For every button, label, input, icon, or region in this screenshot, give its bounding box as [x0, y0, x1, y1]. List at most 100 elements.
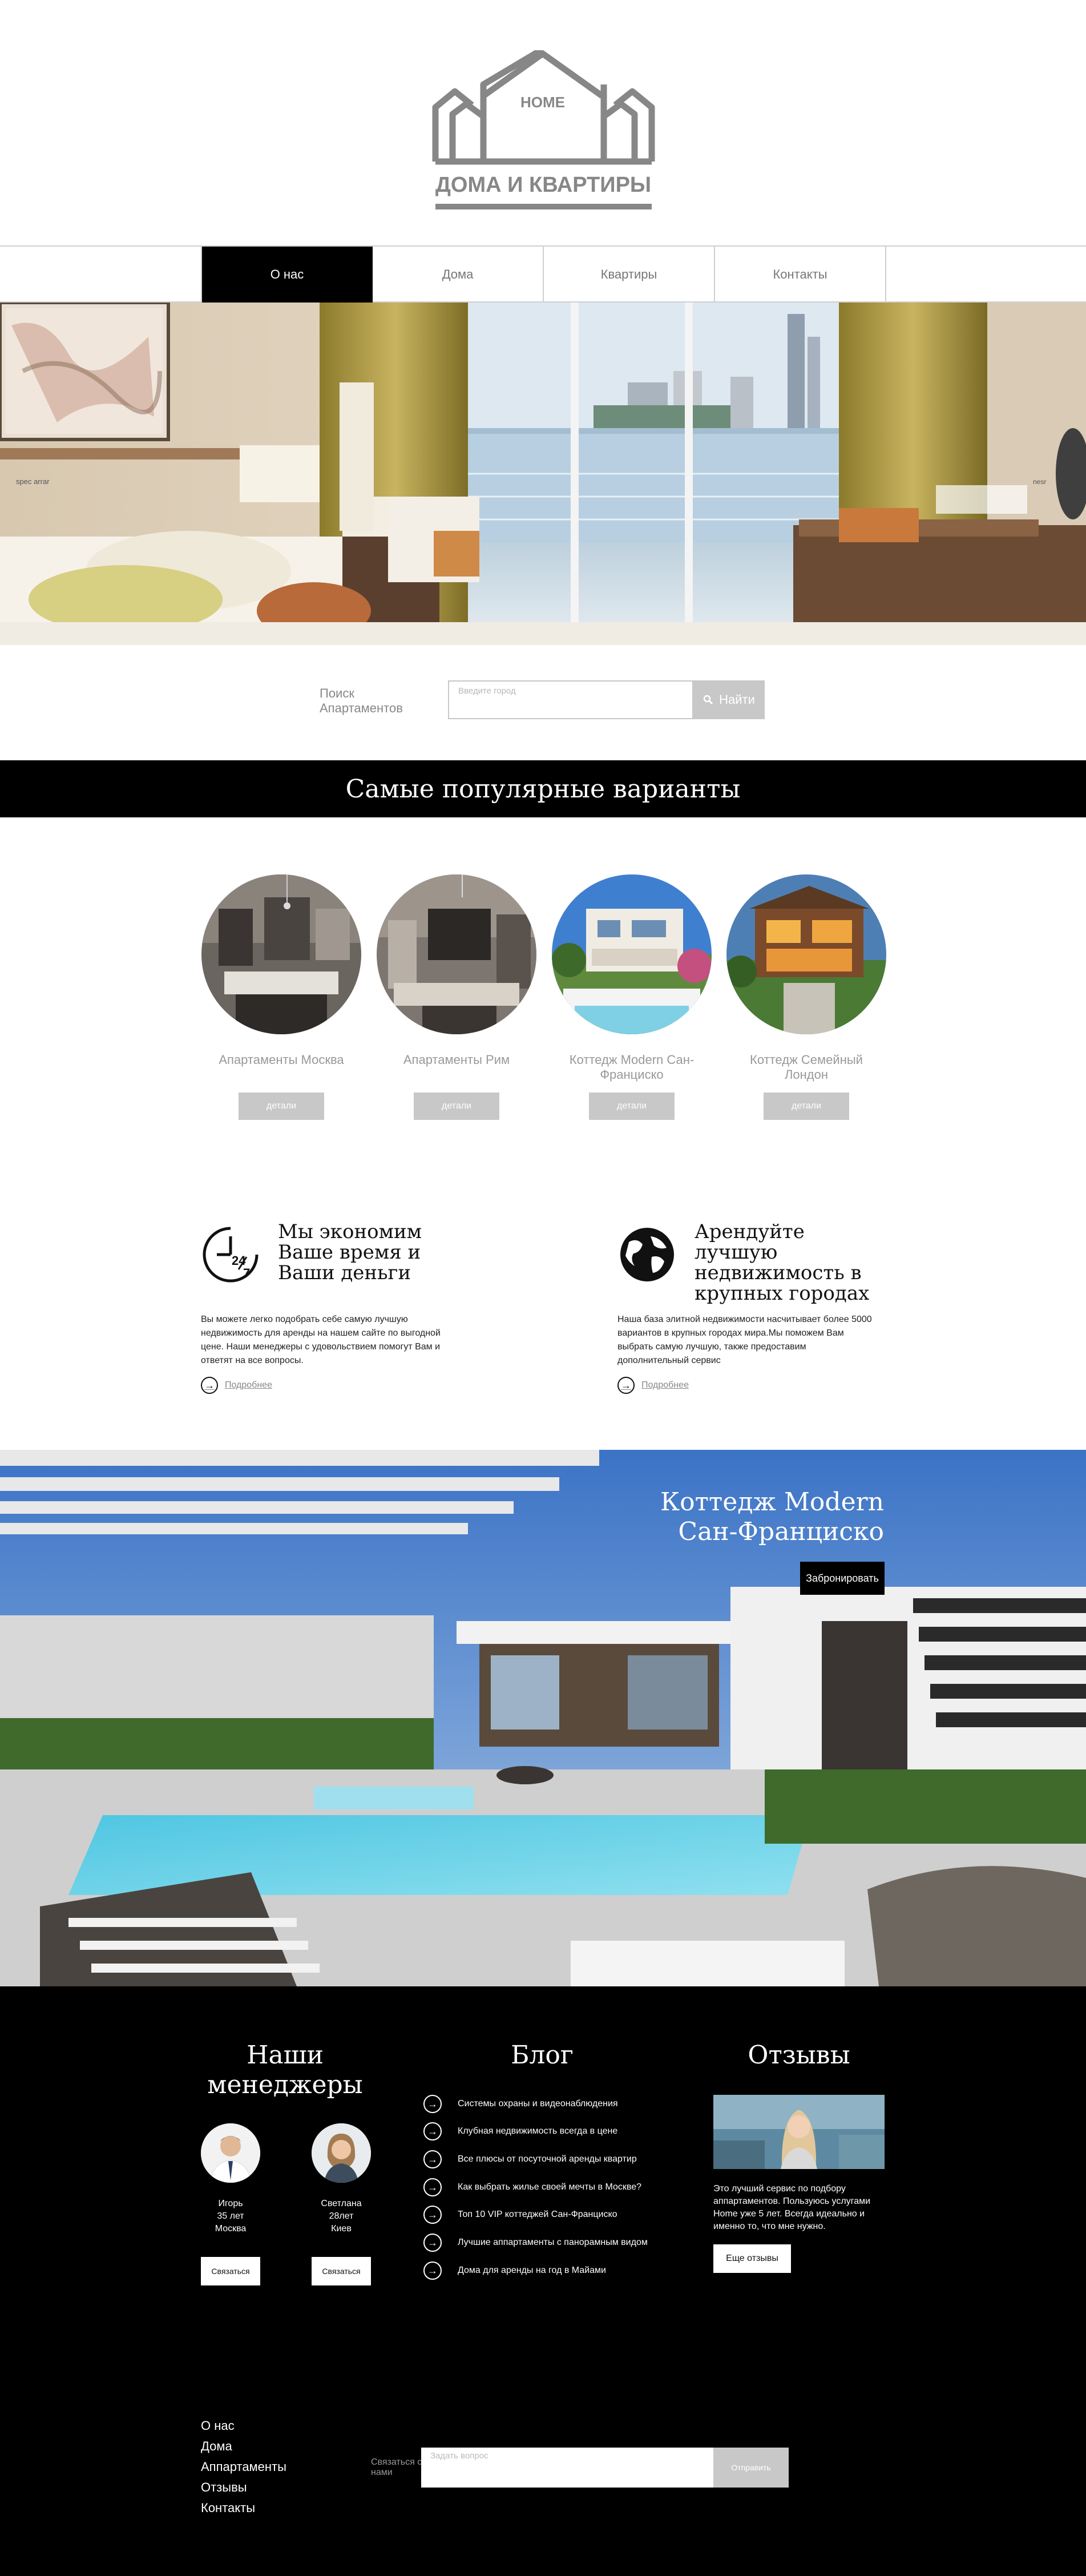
details-button[interactable]: детали: [414, 1093, 499, 1120]
property-card-rome: Апартаменты Рим детали: [377, 874, 536, 1120]
contact-manager-button[interactable]: Связаться: [312, 2257, 371, 2285]
footer-link-houses[interactable]: Дома: [201, 2438, 232, 2454]
manager-info: Игорь 35 лет Москва: [196, 2198, 265, 2235]
manager-city: Москва: [215, 2224, 247, 2234]
manager-igor: Игорь 35 лет Москва: [196, 2123, 265, 2235]
blog-item[interactable]: → Все плюсы от посуточной аренды квартир: [423, 2149, 720, 2170]
blog-item[interactable]: → Топ 10 VIP коттеджей Сан-Франциско: [423, 2204, 720, 2225]
arrow-right-icon: →: [423, 2178, 442, 2196]
manager-age: 35 лет: [217, 2211, 244, 2221]
arrow-right-icon: →: [201, 1377, 218, 1394]
details-button[interactable]: детали: [764, 1093, 849, 1120]
nav-item-contacts[interactable]: Контакты: [715, 247, 886, 303]
search-button-label: Найти: [719, 692, 755, 707]
review-photo: [713, 2095, 885, 2169]
property-card-san-francisco: Коттедж Modern Сан-Франциско детали: [552, 874, 712, 1120]
svg-text:7: 7: [243, 1266, 250, 1280]
promo-title-line2: Сан-Франциско: [678, 1517, 884, 1546]
nav-item-houses[interactable]: Дома: [373, 247, 544, 303]
sf-cottage-image: [552, 874, 712, 1034]
blog-item[interactable]: → Лучшие аппартаменты с панорамным видом: [423, 2232, 720, 2253]
contact-manager-button[interactable]: Связаться: [201, 2257, 260, 2285]
hotel-room-image: spec arrar nesr: [0, 303, 1086, 645]
logo-home-text: HOME: [520, 94, 565, 111]
blog-item[interactable]: → Дома для аренды на год в Майами: [423, 2260, 720, 2281]
manager-city: Киев: [331, 2224, 352, 2234]
blog-item[interactable]: → Как выбрать жилье своей мечты в Москве?: [423, 2177, 720, 2198]
property-photo[interactable]: [552, 874, 712, 1034]
blog-item-label: Дома для аренды на год в Майами: [458, 2265, 606, 2275]
popular-title: Самые популярные варианты: [345, 774, 741, 804]
card-title: Коттедж Modern Сан-Франциско: [569, 1053, 695, 1082]
search-icon: [703, 695, 713, 705]
blog-item[interactable]: → Системы охраны и видеонаблюдения: [423, 2094, 720, 2114]
question-placeholder: Задать вопрос: [430, 2451, 489, 2461]
dark-footer: Наши менеджеры Игорь 35 лет Москва Связа…: [0, 1986, 1086, 2576]
rome-living-room-image: [377, 874, 536, 1034]
site-header: HOME ДОМА И КВАРТИРЫ: [0, 0, 1086, 245]
question-input[interactable]: Задать вопрос: [421, 2448, 713, 2488]
promo-title: Коттедж Modern Сан-Франциско: [660, 1487, 884, 1547]
property-card-moscow: Апартаменты Москва детали: [201, 874, 361, 1120]
main-nav: О нас Дома Квартиры Контакты: [0, 245, 1086, 303]
house-logo-icon: HOME ДОМА И КВАРТИРЫ: [432, 46, 655, 209]
property-photo[interactable]: [377, 874, 536, 1034]
manager-svetlana: Светлана 28лет Киев: [307, 2123, 376, 2235]
arrow-right-icon: →: [617, 1377, 635, 1394]
blog-item-label: Топ 10 VIP коттеджей Сан-Франциско: [458, 2210, 617, 2219]
arrow-right-icon: →: [423, 2234, 442, 2252]
search-label: Поиск Апартаментов: [320, 686, 403, 715]
card-title: Апартаменты Москва: [219, 1053, 344, 1067]
arrow-right-icon: →: [423, 2150, 442, 2168]
feature-save-time: 24 7 Мы экономим Ваше время и Ваши деньг…: [201, 1222, 475, 1398]
24-7-clock-icon: 24 7: [201, 1225, 260, 1284]
blog-item-label: Как выбрать жилье своей мечты в Москве?: [458, 2182, 641, 2192]
book-button[interactable]: Забронировать: [800, 1562, 885, 1595]
footer-link-about[interactable]: О нас: [201, 2418, 235, 2434]
arrow-right-icon: →: [423, 2122, 442, 2140]
blog-item[interactable]: → Клубная недвижимость всегда в цене: [423, 2121, 720, 2142]
property-photo[interactable]: [201, 874, 361, 1034]
london-cottage-image: [726, 874, 886, 1034]
arrow-right-icon: →: [423, 2261, 442, 2280]
globe-icon: [617, 1225, 677, 1284]
blog-item-label: Все плюсы от посуточной аренды квартир: [458, 2154, 637, 2164]
moscow-kitchen-image: [201, 874, 361, 1034]
feature-title: Мы экономим Ваше время и Ваши деньги: [278, 1220, 422, 1284]
card-title: Коттедж Семейный Лондон: [750, 1053, 863, 1082]
nav-item-about[interactable]: О нас: [201, 247, 373, 303]
feature-text: Вы можете легко подобрать себе самую луч…: [201, 1315, 441, 1365]
popular-banner: Самые популярные варианты: [0, 760, 1086, 817]
details-button[interactable]: детали: [239, 1093, 324, 1120]
blog-item-label: Клубная недвижимость всегда в цене: [458, 2126, 618, 2136]
blog-item-label: Лучшие аппартаменты с панорамным видом: [458, 2238, 648, 2247]
more-link-label: Подробнее: [641, 1380, 689, 1390]
details-button[interactable]: детали: [589, 1093, 675, 1120]
hero-photo: spec arrar nesr: [0, 303, 1086, 645]
feature-title: Арендуйте лучшую недвижимость в крупных …: [695, 1220, 870, 1305]
nav-item-apartments[interactable]: Квартиры: [544, 247, 715, 303]
avatar: [312, 2123, 371, 2183]
review-text: Это лучший сервис по подбору аппартамент…: [713, 2184, 871, 2231]
search-placeholder: Введите город: [458, 686, 516, 696]
more-link[interactable]: → Подробнее: [617, 1377, 689, 1394]
property-photo[interactable]: [726, 874, 886, 1034]
feature-text: Наша база элитной недвижимости насчитыва…: [617, 1315, 872, 1365]
home-logo[interactable]: HOME ДОМА И КВАРТИРЫ: [431, 46, 656, 210]
more-link[interactable]: → Подробнее: [201, 1377, 272, 1394]
footer-link-contacts[interactable]: Контакты: [201, 2500, 255, 2516]
manager-info: Светлана 28лет Киев: [307, 2198, 376, 2235]
city-search-input[interactable]: Введите город: [448, 680, 693, 719]
footer-link-apartments[interactable]: Аппартаменты: [201, 2459, 286, 2475]
modern-cottage-pool-image: [0, 1450, 1086, 1986]
send-button[interactable]: Отправить: [713, 2448, 789, 2488]
search-button[interactable]: Найти: [693, 680, 765, 719]
reviews-title: Отзывы: [748, 2041, 850, 2070]
manager-name: Светлана: [321, 2199, 362, 2208]
search-section: Поиск Апартаментов Введите город Найти: [0, 645, 1086, 760]
footer-link-reviews[interactable]: Отзывы: [201, 2480, 247, 2496]
nav-divider: [201, 247, 202, 303]
more-reviews-button[interactable]: Еще отзывы: [713, 2244, 791, 2273]
promo-banner: Коттедж Modern Сан-Франциско Забронирова…: [0, 1450, 1086, 1986]
managers-title: Наши менеджеры: [207, 2041, 363, 2099]
